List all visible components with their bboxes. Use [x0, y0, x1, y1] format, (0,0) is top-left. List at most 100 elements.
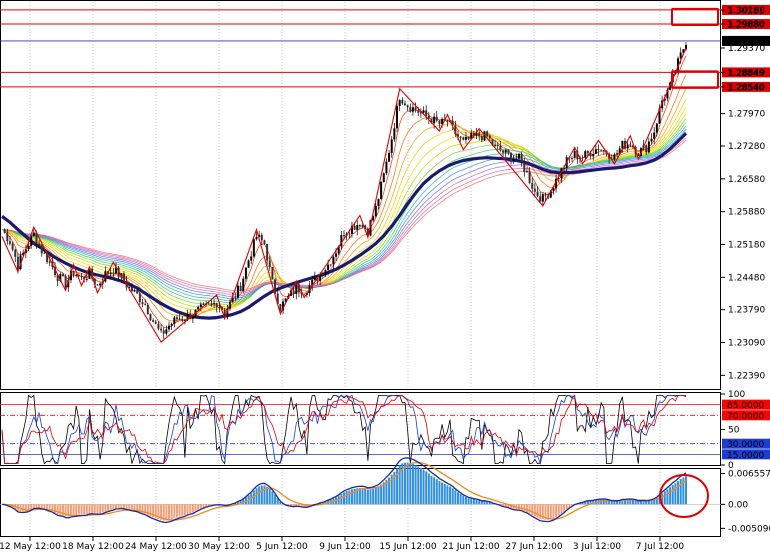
candle-body [263, 240, 266, 244]
candle-body [99, 283, 102, 286]
histogram-bar [255, 488, 258, 505]
candle-body [223, 309, 226, 315]
candle-body [329, 264, 332, 266]
candle-body [592, 153, 595, 157]
candle-body [427, 115, 430, 119]
histogram-bar [674, 483, 677, 505]
histogram-bar [372, 488, 375, 505]
x-tick-label: 27 Jun 12:00 [505, 542, 562, 552]
candle-body [16, 256, 19, 269]
histogram-bar [125, 504, 128, 509]
candle-body [27, 245, 30, 250]
histogram-bar [441, 482, 444, 505]
histogram-bar [268, 488, 271, 505]
histogram-bar [32, 504, 35, 509]
histogram-bar [663, 491, 666, 505]
candle-body [207, 303, 210, 305]
candle-body [202, 304, 205, 305]
histogram-bar [679, 479, 682, 505]
y-tick-label: 1.26580 [728, 175, 765, 185]
histogram-bar [411, 463, 414, 505]
candle-body [144, 304, 147, 306]
histogram-bar [618, 500, 621, 505]
histogram-bar [557, 504, 560, 516]
histogram-bar [117, 504, 120, 509]
candle-body [411, 107, 414, 112]
candle-body [544, 194, 547, 196]
candle-body [486, 131, 489, 137]
histogram-bar [483, 501, 486, 505]
candle-body [499, 146, 502, 151]
histogram-bar [178, 504, 181, 517]
histogram-bar [199, 504, 202, 509]
histogram-bar [451, 488, 454, 505]
y-tick-label: 1.30180 [728, 6, 765, 16]
candle-body [197, 307, 200, 310]
candle-body [8, 241, 11, 244]
candle-body [586, 151, 589, 153]
candle-body [398, 100, 401, 106]
histogram-bar [531, 504, 534, 516]
histogram-bar [69, 504, 72, 516]
candle-body [168, 325, 171, 330]
histogram-bar [433, 477, 436, 505]
histogram-bar [107, 504, 110, 511]
candle-body [260, 235, 263, 241]
histogram-bar [194, 504, 197, 512]
x-tick-label: 30 May 12:00 [188, 542, 250, 552]
y-tick-label: 1.27280 [728, 142, 765, 152]
x-tick-label: 24 May 12:00 [125, 542, 187, 552]
histogram-bar [130, 504, 133, 511]
histogram-bar [271, 491, 274, 505]
histogram-bar [260, 485, 263, 505]
histogram-bar [104, 504, 107, 512]
histogram-bar [563, 504, 566, 512]
histogram-bar [183, 504, 186, 516]
histogram-bar [613, 501, 616, 505]
histogram-bar [122, 504, 125, 509]
candle-body [515, 158, 518, 160]
candle-body [130, 287, 133, 292]
candle-body [396, 105, 399, 129]
histogram-bar [266, 486, 269, 505]
candle-body [160, 328, 163, 331]
histogram-bar [112, 504, 115, 510]
candle-body [332, 256, 335, 265]
histogram-bar [364, 488, 367, 505]
candle-body [502, 150, 505, 153]
candle-body [573, 151, 576, 158]
candle-body [356, 224, 359, 230]
candle-body [136, 290, 139, 294]
histogram-bar [419, 468, 422, 505]
candle-body [321, 274, 324, 276]
candle-body [138, 293, 141, 303]
candle-body [512, 158, 515, 162]
candle-body [353, 225, 356, 230]
histogram-y-tick-label: -0.0050909 [728, 524, 770, 534]
candle-body [61, 274, 64, 277]
candle-body [72, 270, 75, 275]
histogram-bar [425, 471, 428, 505]
candle-body [382, 173, 385, 183]
candle-body [647, 141, 650, 153]
histogram-bar [539, 504, 542, 520]
candle-body [653, 132, 656, 139]
histogram-bar [133, 504, 136, 511]
histogram-bar [258, 486, 261, 505]
candle-body [141, 302, 144, 305]
y-tick-label: 1.25880 [728, 208, 765, 218]
y-tick-label: 1.24480 [728, 273, 765, 283]
candle-body [380, 182, 383, 200]
candle-body [343, 235, 345, 236]
candle-body [438, 120, 441, 124]
candle-body [242, 278, 245, 291]
candle-body [335, 253, 338, 257]
chart-canvas[interactable]: 1.301811.298801.205221.288491.28540 85.0… [0, 0, 770, 555]
y-tick-label: 1.22390 [728, 371, 765, 381]
histogram-bar [170, 504, 173, 520]
candle-body [600, 149, 603, 151]
histogram-bar [93, 504, 96, 514]
histogram-bar [443, 483, 446, 505]
histogram-bar [669, 487, 672, 505]
histogram-bar [40, 504, 43, 509]
